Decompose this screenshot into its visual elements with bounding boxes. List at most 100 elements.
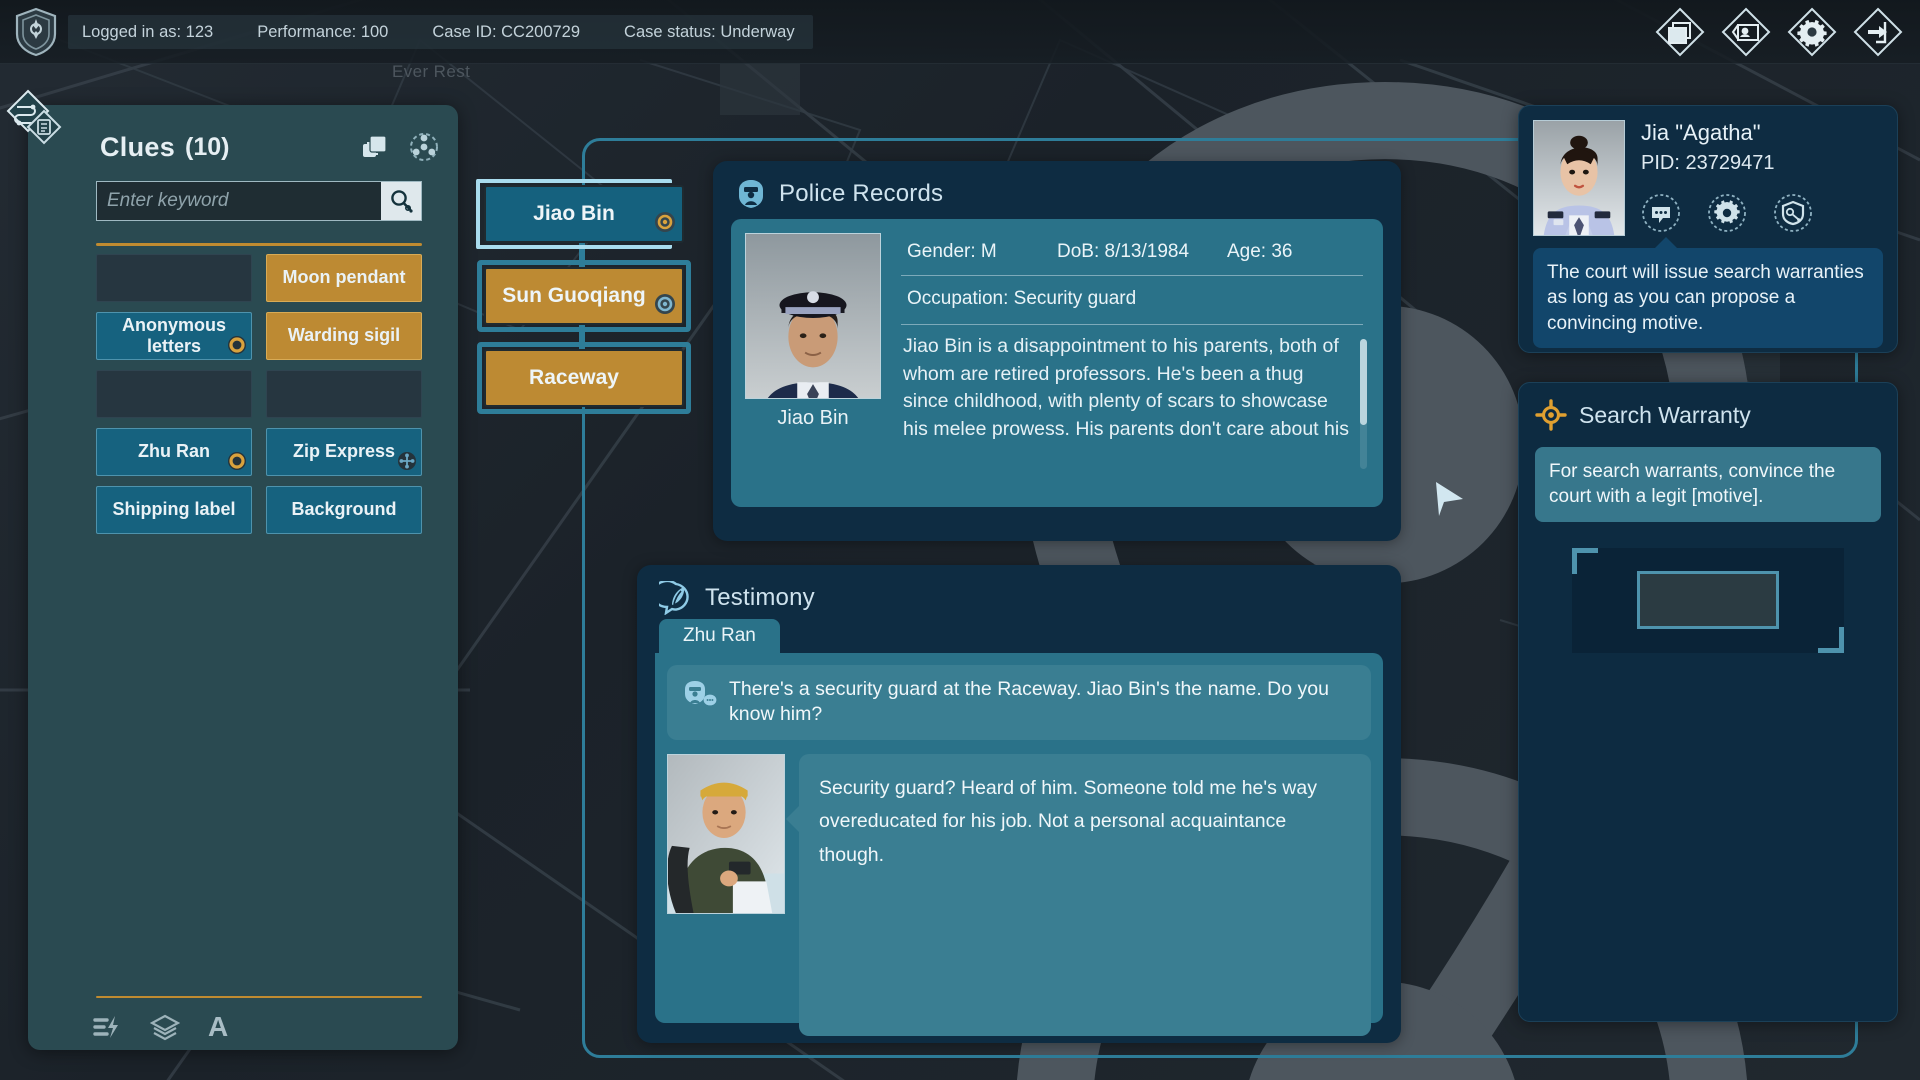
testimony-title: Testimony: [705, 584, 815, 612]
status-strip: Logged in as: 123 Performance: 100 Case …: [68, 15, 813, 49]
target-ring-icon: [1535, 399, 1567, 431]
game-screen: Ever Rest Inkspot Logged in as: 123 Perf…: [0, 0, 1920, 1080]
bio-scrollbar[interactable]: [1360, 339, 1367, 469]
shield-icon[interactable]: [1773, 193, 1813, 233]
chat-icon[interactable]: [1641, 193, 1681, 233]
clue-slot-empty: [266, 370, 422, 418]
clue-item[interactable]: Background: [266, 486, 422, 534]
testimony-tab-zhu-ran[interactable]: Zhu Ran: [659, 619, 780, 653]
police-fields: Gender: M DoB: 8/13/1984 Age: 36 Occupat…: [881, 233, 1369, 493]
field-age: Age: 36: [1227, 241, 1293, 263]
profile-top: Jia "Agatha" PID: 23729471: [1533, 120, 1883, 236]
clues-header: Clues (10): [28, 119, 458, 175]
clue-item[interactable]: Moon pendant: [266, 254, 422, 302]
clue-item-label: Zip Express: [293, 441, 395, 461]
police-records-header: Police Records: [713, 161, 1401, 213]
clue-item-label: Moon pendant: [283, 267, 406, 287]
profile-name: Jia "Agatha": [1641, 120, 1813, 146]
chip-jiao-bin[interactable]: Jiao Bin: [484, 185, 684, 243]
status-performance: Performance: 100: [257, 23, 388, 42]
avatar: [1533, 120, 1625, 236]
clue-item[interactable]: Zip Express: [266, 428, 422, 476]
move-badge-icon: [397, 451, 417, 471]
police-badge-icon: [735, 178, 767, 210]
search-input[interactable]: [97, 182, 381, 220]
clues-divider-top: [96, 243, 422, 246]
testimony-answer-row: Security guard? Heard of him. Someone to…: [667, 754, 1371, 1036]
investigation-chip-rail: Jiao Bin Sun Guoqiang: [484, 185, 684, 431]
chip-label: Raceway: [529, 367, 619, 390]
police-records-card: Police Records: [713, 161, 1401, 541]
warranty-header: Search Warranty: [1535, 399, 1881, 431]
chip-wrap: Sun Guoqiang: [484, 267, 684, 325]
testimony-answer-text: Security guard? Heard of him. Someone to…: [819, 772, 1351, 873]
profile-tip: The court will issue search warranties a…: [1533, 248, 1883, 348]
network-share-icon[interactable]: [408, 131, 440, 163]
gear-icon[interactable]: [1786, 6, 1838, 58]
police-records-title: Police Records: [779, 180, 943, 208]
warranty-title: Search Warranty: [1579, 402, 1751, 429]
clue-item-label: Zhu Ran: [138, 441, 210, 461]
testimony-header: Testimony: [637, 565, 1401, 617]
clue-item-label: Background: [291, 499, 396, 519]
quill-bubble-icon: [659, 581, 693, 615]
subject-bio: Jiao Bin is a disappointment to his pare…: [901, 325, 1369, 443]
top-status-bar: Logged in as: 123 Performance: 100 Case …: [0, 0, 1920, 64]
search-warranty-card: Search Warranty For search warrants, con…: [1518, 382, 1898, 1022]
bio-scroll-thumb[interactable]: [1360, 339, 1367, 425]
clue-item[interactable]: Warding sigil: [266, 312, 422, 360]
profile-actions: [1641, 193, 1813, 233]
play-arrow-icon[interactable]: [1432, 480, 1466, 518]
clues-badge-icon: [6, 89, 68, 151]
chip-label: Jiao Bin: [533, 203, 615, 226]
clues-divider-bottom: [96, 996, 422, 999]
exit-icon[interactable]: [1852, 6, 1904, 58]
police-photo-block: Jiao Bin: [745, 233, 881, 493]
testimony-answer-bubble: Security guard? Heard of him. Someone to…: [799, 754, 1371, 1036]
clue-item[interactable]: Shipping label: [96, 486, 252, 534]
warranty-tip: For search warrants, convince the court …: [1535, 447, 1881, 522]
clue-item-label: Anonymous letters: [105, 315, 243, 355]
clue-item[interactable]: Anonymous letters: [96, 312, 252, 360]
quick-filter-icon[interactable]: [92, 1012, 122, 1042]
layers-icon[interactable]: [150, 1012, 180, 1042]
clues-panel: Clues (10): [28, 105, 458, 1050]
clues-count: (10): [185, 133, 229, 162]
topbar-icon-group: [1654, 6, 1920, 58]
testimony-body: There's a security guard at the Raceway.…: [655, 653, 1383, 1023]
clue-slot-empty: [96, 370, 252, 418]
officer-chat-icon: [681, 679, 717, 709]
field-occupation: Occupation: Security guard: [901, 276, 1369, 324]
field-dob: DoB: 8/13/1984: [1057, 241, 1227, 263]
clue-item-label: Warding sigil: [288, 325, 400, 345]
witness-avatar: [667, 754, 785, 914]
dropzone-corner: [1818, 627, 1844, 653]
tools-icon[interactable]: [1707, 193, 1747, 233]
save-load-icon[interactable]: [1720, 6, 1772, 58]
clues-title: Clues: [100, 132, 175, 163]
text-size-icon[interactable]: A: [208, 1013, 228, 1041]
chip-sun-guoqiang[interactable]: Sun Guoqiang: [484, 267, 684, 325]
police-records-body: Jiao Bin Gender: M DoB: 8/13/1984 Age: 3…: [731, 219, 1383, 507]
copy-icon[interactable]: [358, 131, 390, 163]
chip-label: Sun Guoqiang: [502, 285, 645, 308]
clue-grid: Moon pendant Anonymous letters Warding s…: [96, 254, 422, 534]
ring-badge-icon: [227, 335, 247, 355]
subject-photo: [745, 233, 881, 399]
clue-item[interactable]: Zhu Ran: [96, 428, 252, 476]
dropzone-corner: [1572, 548, 1598, 574]
testimony-card: Testimony Zhu Ran There's a security gua…: [637, 565, 1401, 1043]
ring-badge-icon: [227, 451, 247, 471]
warranty-dropzone[interactable]: [1572, 548, 1844, 653]
clue-slot-empty: [96, 254, 252, 302]
field-row: Gender: M DoB: 8/13/1984 Age: 36: [901, 233, 1369, 275]
status-case-status: Case status: Underway: [624, 23, 795, 42]
subject-name: Jiao Bin: [745, 407, 881, 430]
character-profile-card: Jia "Agatha" PID: 23729471: [1518, 105, 1898, 353]
clue-search-bar: [96, 181, 422, 221]
windows-icon[interactable]: [1654, 6, 1706, 58]
testimony-question-text: There's a security guard at the Raceway.…: [729, 677, 1357, 728]
chip-raceway[interactable]: Raceway: [484, 349, 684, 407]
search-icon[interactable]: [381, 182, 421, 220]
warranty-motive-slot[interactable]: [1637, 571, 1779, 629]
